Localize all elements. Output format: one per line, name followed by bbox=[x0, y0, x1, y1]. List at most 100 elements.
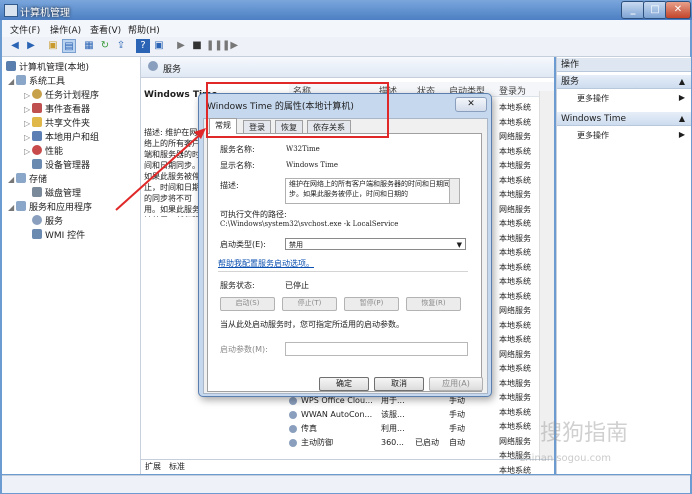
resume-button[interactable]: 恢复(R) bbox=[406, 297, 461, 311]
row-desc: 该服... bbox=[381, 410, 405, 419]
logon-cell: 本地系统 bbox=[499, 320, 531, 330]
close-button[interactable]: ✕ bbox=[665, 1, 691, 19]
up-folder-icon[interactable]: ▣ bbox=[46, 39, 60, 53]
pause-button[interactable]: 暂停(P) bbox=[344, 297, 399, 311]
properties-dialog: Windows Time 的属性(本地计算机) ✕ 常规 登录 恢复 依存关系 … bbox=[198, 93, 492, 397]
service-status-label: 服务状态: bbox=[220, 281, 255, 290]
tree-node-services-apps[interactable]: ◢ 服务和应用程序 bbox=[8, 201, 92, 214]
startup-type-select[interactable]: 禁用 ▼ bbox=[285, 238, 466, 250]
menu-action[interactable]: 操作(A) bbox=[50, 23, 81, 36]
refresh-icon[interactable]: ↻ bbox=[98, 39, 112, 53]
service-name-value: W32Time bbox=[286, 145, 320, 153]
more-actions-link-2[interactable]: 更多操作 bbox=[577, 130, 609, 141]
expand-icon[interactable]: ▷ bbox=[24, 117, 32, 130]
stop-button[interactable]: 停止(T) bbox=[282, 297, 337, 311]
logon-cell: 网络服务 bbox=[499, 436, 531, 446]
collapse-icon[interactable]: ◢ bbox=[8, 173, 16, 186]
maximize-button[interactable]: □ bbox=[643, 1, 667, 19]
actions-section-services[interactable]: 服务 ▲ bbox=[557, 75, 691, 89]
tree-node-wmi[interactable]: WMI 控件 bbox=[32, 229, 85, 242]
tree-node-shared-folders[interactable]: ▷ 共享文件夹 bbox=[24, 117, 90, 130]
description-scrollbar[interactable] bbox=[449, 178, 460, 204]
tree-node-task-scheduler[interactable]: ▷ 任务计划程序 bbox=[24, 89, 99, 102]
tab-general[interactable]: 常规 bbox=[209, 118, 237, 134]
tree-node-system-tools[interactable]: ◢ 系统工具 bbox=[8, 75, 65, 88]
toolbar: ◀ ▶ ▣ ▤ ▦ ↻ ⇪ ? ▣ ▶ ■ ❚❚ ❚▶ bbox=[2, 37, 690, 57]
collapse-icon[interactable]: ◢ bbox=[8, 201, 16, 214]
forward-icon[interactable]: ▶ bbox=[24, 39, 38, 53]
back-icon[interactable]: ◀ bbox=[8, 39, 22, 53]
description-label: 描述: bbox=[220, 181, 239, 190]
show-tree-icon[interactable]: ▤ bbox=[62, 39, 76, 53]
expand-icon[interactable]: ▷ bbox=[24, 145, 32, 158]
tab-extended[interactable]: 扩展 bbox=[145, 461, 161, 472]
logon-cell: 本地系统 bbox=[499, 219, 531, 228]
properties-icon[interactable]: ▦ bbox=[82, 39, 96, 53]
expand-icon[interactable]: ▷ bbox=[24, 131, 32, 144]
dialog-close-button[interactable]: ✕ bbox=[455, 97, 487, 112]
tree-node-performance[interactable]: ▷ 性能 bbox=[24, 145, 63, 158]
menu-file[interactable]: 文件(F) bbox=[10, 23, 40, 36]
display-name-label: 显示名称: bbox=[220, 161, 255, 170]
expand-icon[interactable]: ▷ bbox=[24, 103, 32, 116]
restart-service-icon[interactable]: ❚▶ bbox=[222, 39, 238, 53]
menu-bar: 文件(F) 操作(A) 查看(V) 帮助(H) bbox=[2, 20, 690, 38]
minimize-button[interactable]: _ bbox=[621, 1, 645, 19]
collapse-icon[interactable]: ◢ bbox=[8, 75, 16, 88]
apply-button[interactable]: 应用(A) bbox=[429, 377, 483, 391]
path-label: 可执行文件的路径: bbox=[220, 210, 287, 219]
ok-button[interactable]: 确定 bbox=[319, 377, 369, 391]
more-actions-link[interactable]: 更多操作 bbox=[577, 93, 609, 104]
event-viewer-icon bbox=[32, 103, 42, 113]
logon-cell: 本地服务 bbox=[499, 161, 531, 170]
row-status: 已启动 bbox=[415, 438, 439, 447]
watermark: 搜狗指南 bbox=[540, 421, 629, 446]
tree-node-local-users[interactable]: ▷ 本地用户和组 bbox=[24, 131, 99, 144]
submenu-arrow-icon: ▶ bbox=[678, 93, 685, 102]
collapse-arrow-icon[interactable]: ▲ bbox=[679, 112, 685, 126]
help-icon[interactable]: ? bbox=[136, 39, 150, 53]
start-button[interactable]: 启动(S) bbox=[220, 297, 275, 311]
status-bar bbox=[2, 475, 690, 493]
logon-cell: 本地服务 bbox=[499, 190, 531, 199]
users-icon bbox=[32, 131, 42, 141]
logon-cell: 本地系统 bbox=[499, 146, 531, 156]
pause-service-icon[interactable]: ❚❚ bbox=[206, 39, 223, 53]
tree-node-event-viewer[interactable]: ▷ 事件查看器 bbox=[24, 103, 90, 116]
chevron-down-icon: ▼ bbox=[456, 241, 462, 249]
tree-node-root[interactable]: 计算机管理(本地) bbox=[6, 61, 89, 74]
logon-cell: 本地系统 bbox=[499, 422, 531, 431]
title-bar: 计算机管理 _ □ ✕ bbox=[0, 0, 692, 20]
column-logon[interactable]: 登录为 bbox=[499, 84, 526, 97]
actions-section-windows-time[interactable]: Windows Time ▲ bbox=[557, 112, 691, 126]
vertical-scrollbar[interactable] bbox=[539, 91, 554, 459]
tree-node-disk-management[interactable]: 磁盘管理 bbox=[32, 187, 81, 200]
menu-help[interactable]: 帮助(H) bbox=[128, 23, 160, 36]
row-startup: 手动 bbox=[449, 424, 465, 433]
console-icon[interactable]: ▣ bbox=[152, 39, 166, 53]
tab-standard[interactable]: 标准 bbox=[169, 461, 185, 472]
logon-cell: 本地系统 bbox=[499, 277, 531, 286]
expand-icon[interactable]: ▷ bbox=[24, 89, 32, 102]
menu-view[interactable]: 查看(V) bbox=[90, 23, 121, 36]
console-tree: 计算机管理(本地) ◢ 系统工具 ▷ 任务计划程序 ▷ 事件查看器 ▷ 共享文件夹 ▷ 本… bbox=[2, 57, 141, 474]
logon-cell: 本地系统 bbox=[499, 262, 531, 272]
cancel-button[interactable]: 取消 bbox=[374, 377, 424, 391]
disk-icon bbox=[32, 187, 42, 197]
logon-cell: 本地系统 bbox=[499, 407, 531, 417]
help-configure-link[interactable]: 帮助我配置服务启动选项。 bbox=[218, 258, 314, 269]
logon-cell: 本地系统 bbox=[499, 175, 531, 185]
gear-icon bbox=[289, 425, 297, 433]
row-name: WWAN AutoCon... bbox=[301, 410, 373, 419]
start-service-icon[interactable]: ▶ bbox=[174, 39, 188, 53]
path-value: C:\Windows\system32\svchost.exe -k Local… bbox=[220, 220, 399, 228]
gear-icon bbox=[289, 397, 297, 405]
stop-service-icon[interactable]: ■ bbox=[190, 39, 204, 53]
export-icon[interactable]: ⇪ bbox=[114, 39, 128, 53]
tree-node-device-manager[interactable]: 设备管理器 bbox=[32, 159, 90, 172]
tree-node-storage[interactable]: ◢ 存储 bbox=[8, 173, 47, 186]
tree-node-services[interactable]: 服务 bbox=[32, 215, 63, 228]
row-startup: 自动 bbox=[449, 438, 465, 447]
start-params-input[interactable] bbox=[285, 342, 468, 356]
collapse-arrow-icon[interactable]: ▲ bbox=[679, 75, 685, 89]
